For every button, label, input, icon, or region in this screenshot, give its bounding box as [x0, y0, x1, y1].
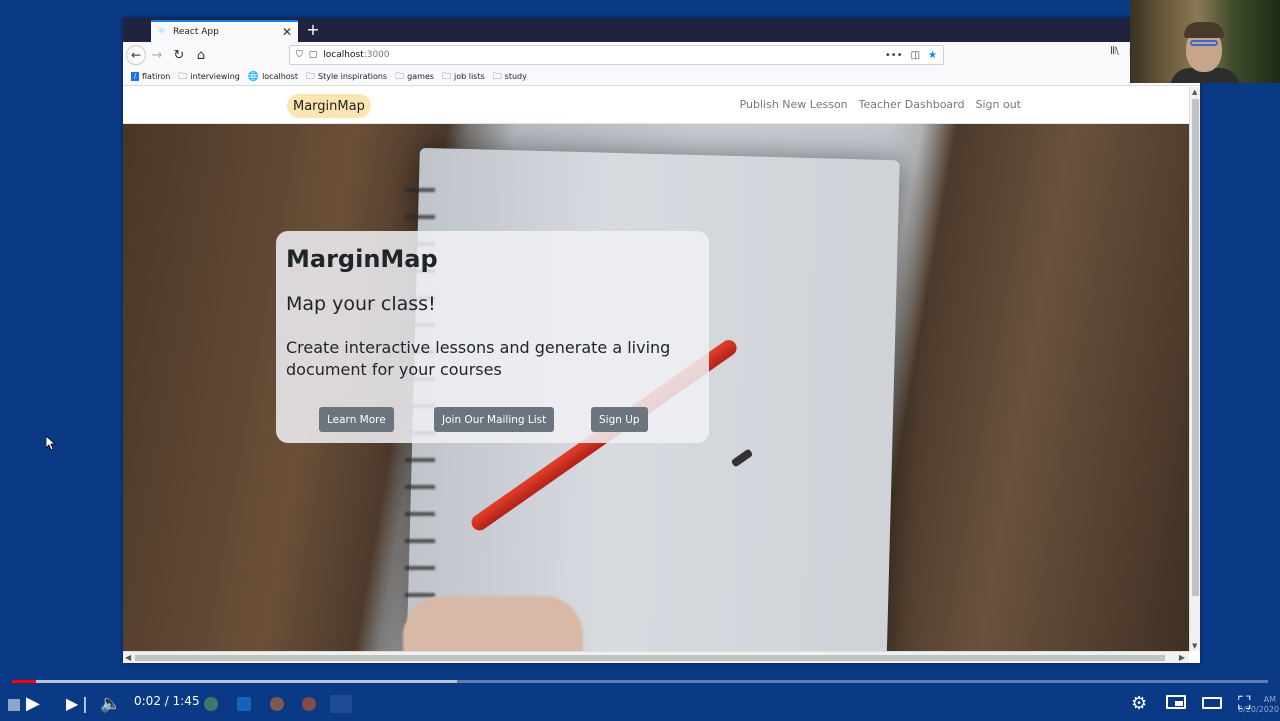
- folder-icon: 🗀: [305, 71, 315, 82]
- learn-more-button[interactable]: Learn More: [319, 407, 394, 432]
- bookmark-style-inspirations[interactable]: 🗀 Style inspirations: [306, 69, 387, 85]
- site-nav-links: Publish New Lesson Teacher Dashboard Sig…: [740, 98, 1021, 111]
- forward-button[interactable]: →: [146, 44, 168, 66]
- next-button[interactable]: ▶❘: [66, 692, 92, 716]
- flatiron-icon: /: [131, 72, 139, 81]
- url-host: localhost: [323, 50, 364, 60]
- bookmark-interviewing[interactable]: 🗀 interviewing: [178, 69, 239, 85]
- video-played-bar[interactable]: [12, 680, 36, 683]
- nav-publish-new-lesson[interactable]: Publish New Lesson: [740, 98, 848, 111]
- miniplayer-icon: [1166, 695, 1186, 709]
- bookmarks-bar: / flatiron 🗀 interviewing 🌐 localhost 🗀 …: [123, 68, 1200, 86]
- tab-react-app[interactable]: ⚛ React App ✕: [151, 20, 298, 42]
- bookmark-star-icon[interactable]: ★: [928, 50, 937, 61]
- volume-icon[interactable]: 🔈: [100, 692, 121, 716]
- folder-icon: 🗀: [178, 71, 188, 82]
- home-button[interactable]: ⌂: [190, 44, 212, 66]
- pocket-icon[interactable]: ◫: [911, 50, 920, 61]
- miniplayer-button[interactable]: [1166, 692, 1186, 716]
- reload-button[interactable]: ↻: [168, 44, 190, 66]
- play-button[interactable]: ▶: [26, 692, 40, 716]
- page-info-icon[interactable]: ▢: [309, 50, 318, 60]
- library-icon[interactable]: 𝄃𝄃\: [1111, 46, 1119, 57]
- webcam-glasses: [1190, 40, 1218, 46]
- video-buffer-bar: [12, 680, 457, 683]
- theater-mode-button[interactable]: [1202, 692, 1222, 716]
- page-viewport: MarginMap Publish New Lesson Teacher Das…: [123, 87, 1189, 651]
- bookmark-games[interactable]: 🗀 games: [395, 69, 434, 85]
- webcam-overlay: [1130, 0, 1280, 83]
- url-bar[interactable]: ⛉ ▢ localhost :3000 ••• ◫ ★: [289, 45, 944, 65]
- duration: 1:45: [172, 694, 200, 708]
- close-tab-icon[interactable]: ✕: [282, 25, 292, 39]
- page-actions-icon[interactable]: •••: [885, 50, 903, 61]
- bookmark-flatiron[interactable]: / flatiron: [131, 72, 170, 81]
- bookmark-label: study: [504, 72, 527, 81]
- time-separator: /: [160, 694, 173, 708]
- sign-up-button[interactable]: Sign Up: [591, 407, 648, 432]
- new-tab-button[interactable]: +: [303, 20, 323, 40]
- scroll-thumb[interactable]: [1192, 99, 1199, 596]
- tab-title: React App: [173, 27, 219, 37]
- folder-icon: 🗀: [492, 71, 502, 82]
- settings-gear-icon[interactable]: ⚙: [1131, 692, 1147, 716]
- hero-background-hand: [403, 596, 583, 651]
- bookmark-localhost[interactable]: 🌐 localhost: [248, 72, 298, 82]
- globe-icon: 🌐: [247, 71, 260, 82]
- scroll-left-icon[interactable]: ◀: [125, 653, 131, 662]
- nav-sign-out[interactable]: Sign out: [975, 98, 1021, 111]
- video-progress-bar[interactable]: [12, 680, 1268, 683]
- react-icon: ⚛: [157, 26, 166, 37]
- theater-icon: [1202, 697, 1222, 709]
- folder-icon: 🗀: [395, 71, 405, 82]
- hero-card: MarginMap Map your class! Create interac…: [276, 231, 709, 443]
- bookmark-label: flatiron: [142, 72, 171, 81]
- bookmark-label: Style inspirations: [318, 72, 388, 81]
- bookmark-study[interactable]: 🗀 study: [493, 69, 527, 85]
- bookmark-label: job lists: [454, 72, 485, 81]
- shield-icon[interactable]: ⛉: [296, 50, 303, 60]
- hero-section: MarginMap Map your class! Create interac…: [123, 124, 1189, 651]
- scroll-down-icon[interactable]: ▼: [1192, 642, 1197, 650]
- hero-description: Create interactive lessons and generate …: [286, 338, 671, 379]
- nav-teacher-dashboard[interactable]: Teacher Dashboard: [859, 98, 965, 111]
- bookmark-job-lists[interactable]: 🗀 job lists: [442, 69, 485, 85]
- scroll-thumb[interactable]: [135, 655, 1165, 661]
- bookmark-label: games: [407, 72, 434, 81]
- site-navbar: MarginMap Publish New Lesson Teacher Das…: [123, 87, 1189, 124]
- folder-icon: 🗀: [441, 71, 451, 82]
- back-button[interactable]: ←: [126, 45, 146, 65]
- tab-bar: ⚛ React App ✕ + ─: [123, 18, 1200, 42]
- bookmark-label: interviewing: [190, 72, 240, 81]
- hero-subtitle: Map your class!: [286, 293, 436, 315]
- scroll-right-icon[interactable]: ▶: [1179, 653, 1185, 662]
- scroll-up-icon[interactable]: ▲: [1192, 88, 1197, 96]
- navigation-toolbar: ← → ↻ ⌂ ⛉ ▢ localhost :3000 ••• ◫ ★ 𝄃𝄃\ …: [123, 42, 1200, 68]
- hero-title: MarginMap: [286, 245, 438, 273]
- webcam-hair: [1184, 22, 1224, 38]
- video-controls: ▶ ▶❘ 🔈 0:02 / 1:45 ⚙ ⛶: [0, 688, 1280, 721]
- horizontal-scrollbar[interactable]: ◀ ▶: [123, 651, 1189, 663]
- fullscreen-icon[interactable]: ⛶: [1238, 692, 1251, 716]
- time-display: 0:02 / 1:45: [134, 694, 200, 708]
- hero-buttons: Learn More Join Our Mailing List Sign Up: [319, 407, 649, 433]
- mailing-list-button[interactable]: Join Our Mailing List: [434, 407, 555, 432]
- brand-logo[interactable]: MarginMap: [287, 94, 371, 118]
- url-port: :3000: [363, 50, 390, 60]
- browser-window: ⚛ React App ✕ + ─ ← → ↻ ⌂ ⛉ ▢ localhost …: [123, 18, 1200, 663]
- current-time: 0:02: [134, 694, 161, 708]
- vertical-scrollbar[interactable]: ▲ ▼: [1189, 87, 1200, 651]
- bookmark-label: localhost: [262, 72, 298, 81]
